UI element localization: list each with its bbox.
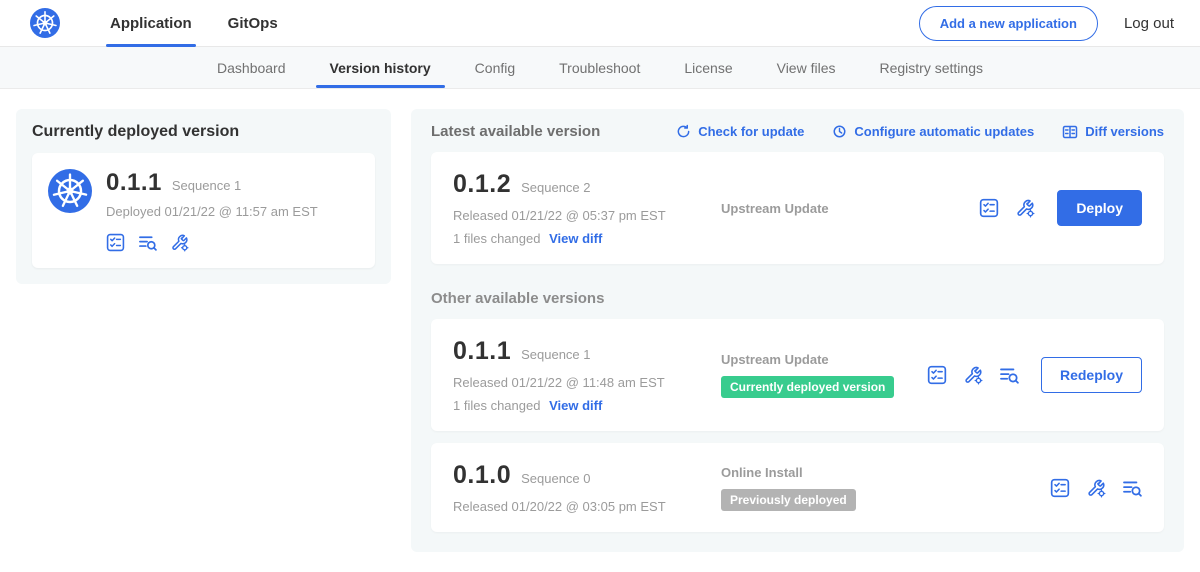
diff-versions-label: Diff versions <box>1085 124 1164 139</box>
deploy-button[interactable]: Deploy <box>1057 190 1142 226</box>
release-notes-icon[interactable] <box>106 233 125 252</box>
redeploy-button[interactable]: Redeploy <box>1041 357 1142 393</box>
subnav-item-config[interactable]: Config <box>453 47 537 88</box>
subnav-label: Troubleshoot <box>559 60 640 76</box>
preflight-checks-icon[interactable] <box>999 365 1019 385</box>
available-versions-panel: Latest available version Check for updat… <box>411 109 1184 552</box>
logout-button[interactable]: Log out <box>1124 15 1174 32</box>
version-source-label: Upstream Update <box>721 352 927 367</box>
check-for-update-label: Check for update <box>698 124 804 139</box>
subnav-item-dashboard[interactable]: Dashboard <box>195 47 308 88</box>
sequence-label: Sequence 1 <box>521 347 590 362</box>
refresh-icon <box>676 124 691 139</box>
subnav-item-version-history[interactable]: Version history <box>308 47 453 88</box>
add-application-button[interactable]: Add a new application <box>919 6 1098 41</box>
deployed-sequence-label: Sequence 1 <box>172 178 241 193</box>
config-icon[interactable] <box>963 365 983 385</box>
subnav-label: Registry settings <box>880 60 983 76</box>
top-navbar: Application GitOps Add a new application… <box>0 0 1200 47</box>
version-source-label: Online Install <box>721 465 1050 480</box>
app-logo-icon <box>48 169 92 252</box>
preflight-checks-icon[interactable] <box>138 233 157 252</box>
deployed-version-number: 0.1.1 <box>106 169 162 197</box>
released-timestamp: Released 01/21/22 @ 11:48 am EST <box>453 375 709 390</box>
subnav-item-license[interactable]: License <box>662 47 754 88</box>
main-content: Currently deployed version 0.1.1 Sequenc… <box>0 89 1200 572</box>
deployed-card-title: Currently deployed version <box>32 123 375 141</box>
config-icon[interactable] <box>1015 198 1035 218</box>
version-card-0-1-2: 0.1.2 Sequence 2 Released 01/21/22 @ 05:… <box>431 152 1164 264</box>
currently-deployed-card: Currently deployed version 0.1.1 Sequenc… <box>16 109 391 284</box>
kubernetes-logo-icon <box>30 8 60 38</box>
deployed-version-tile: 0.1.1 Sequence 1 Deployed 01/21/22 @ 11:… <box>32 153 375 268</box>
subnav-label: View files <box>777 60 836 76</box>
latest-available-title: Latest available version <box>431 123 600 140</box>
tab-gitops[interactable]: GitOps <box>210 0 296 47</box>
configure-automatic-updates-link[interactable]: Configure automatic updates <box>832 124 1034 139</box>
version-number: 0.1.2 <box>453 170 511 199</box>
tab-application[interactable]: Application <box>92 0 210 47</box>
diff-versions-link[interactable]: Diff versions <box>1062 124 1164 140</box>
configure-updates-label: Configure automatic updates <box>854 124 1034 139</box>
release-notes-icon[interactable] <box>927 365 947 385</box>
version-card-0-1-0: 0.1.0 Sequence 0 Released 01/20/22 @ 03:… <box>431 443 1164 532</box>
release-notes-icon[interactable] <box>979 198 999 218</box>
subnav-item-troubleshoot[interactable]: Troubleshoot <box>537 47 662 88</box>
version-number: 0.1.1 <box>453 337 511 366</box>
subnav-label: Version history <box>330 60 431 76</box>
preflight-checks-icon[interactable] <box>1122 478 1142 498</box>
subnav-label: Config <box>475 60 515 76</box>
currently-deployed-badge: Currently deployed version <box>721 376 894 398</box>
config-icon[interactable] <box>1086 478 1106 498</box>
sequence-label: Sequence 2 <box>521 180 590 195</box>
subnav-label: License <box>684 60 732 76</box>
released-timestamp: Released 01/21/22 @ 05:37 pm EST <box>453 208 709 223</box>
other-versions-title: Other available versions <box>431 290 1164 307</box>
deployed-timestamp: Deployed 01/21/22 @ 11:57 am EST <box>106 204 318 219</box>
view-diff-link[interactable]: View diff <box>549 398 602 413</box>
app-subnav: Dashboard Version history Config Trouble… <box>0 47 1200 89</box>
tab-gitops-label: GitOps <box>228 15 278 32</box>
navbar-right: Add a new application Log out <box>919 6 1174 41</box>
release-notes-icon[interactable] <box>1050 478 1070 498</box>
config-icon[interactable] <box>170 233 189 252</box>
version-source-label: Upstream Update <box>721 201 979 216</box>
view-diff-link[interactable]: View diff <box>549 231 602 246</box>
released-timestamp: Released 01/20/22 @ 03:05 pm EST <box>453 499 709 514</box>
sequence-label: Sequence 0 <box>521 471 590 486</box>
check-for-update-link[interactable]: Check for update <box>676 124 804 139</box>
subnav-item-view-files[interactable]: View files <box>755 47 858 88</box>
diff-icon <box>1062 124 1078 140</box>
version-card-0-1-1: 0.1.1 Sequence 1 Released 01/21/22 @ 11:… <box>431 319 1164 431</box>
files-changed-label: 1 files changed <box>453 231 540 246</box>
version-number: 0.1.0 <box>453 461 511 490</box>
subnav-item-registry-settings[interactable]: Registry settings <box>858 47 1005 88</box>
previously-deployed-badge: Previously deployed <box>721 489 856 511</box>
tab-application-label: Application <box>110 15 192 32</box>
subnav-label: Dashboard <box>217 60 286 76</box>
clock-icon <box>832 124 847 139</box>
files-changed-label: 1 files changed <box>453 398 540 413</box>
